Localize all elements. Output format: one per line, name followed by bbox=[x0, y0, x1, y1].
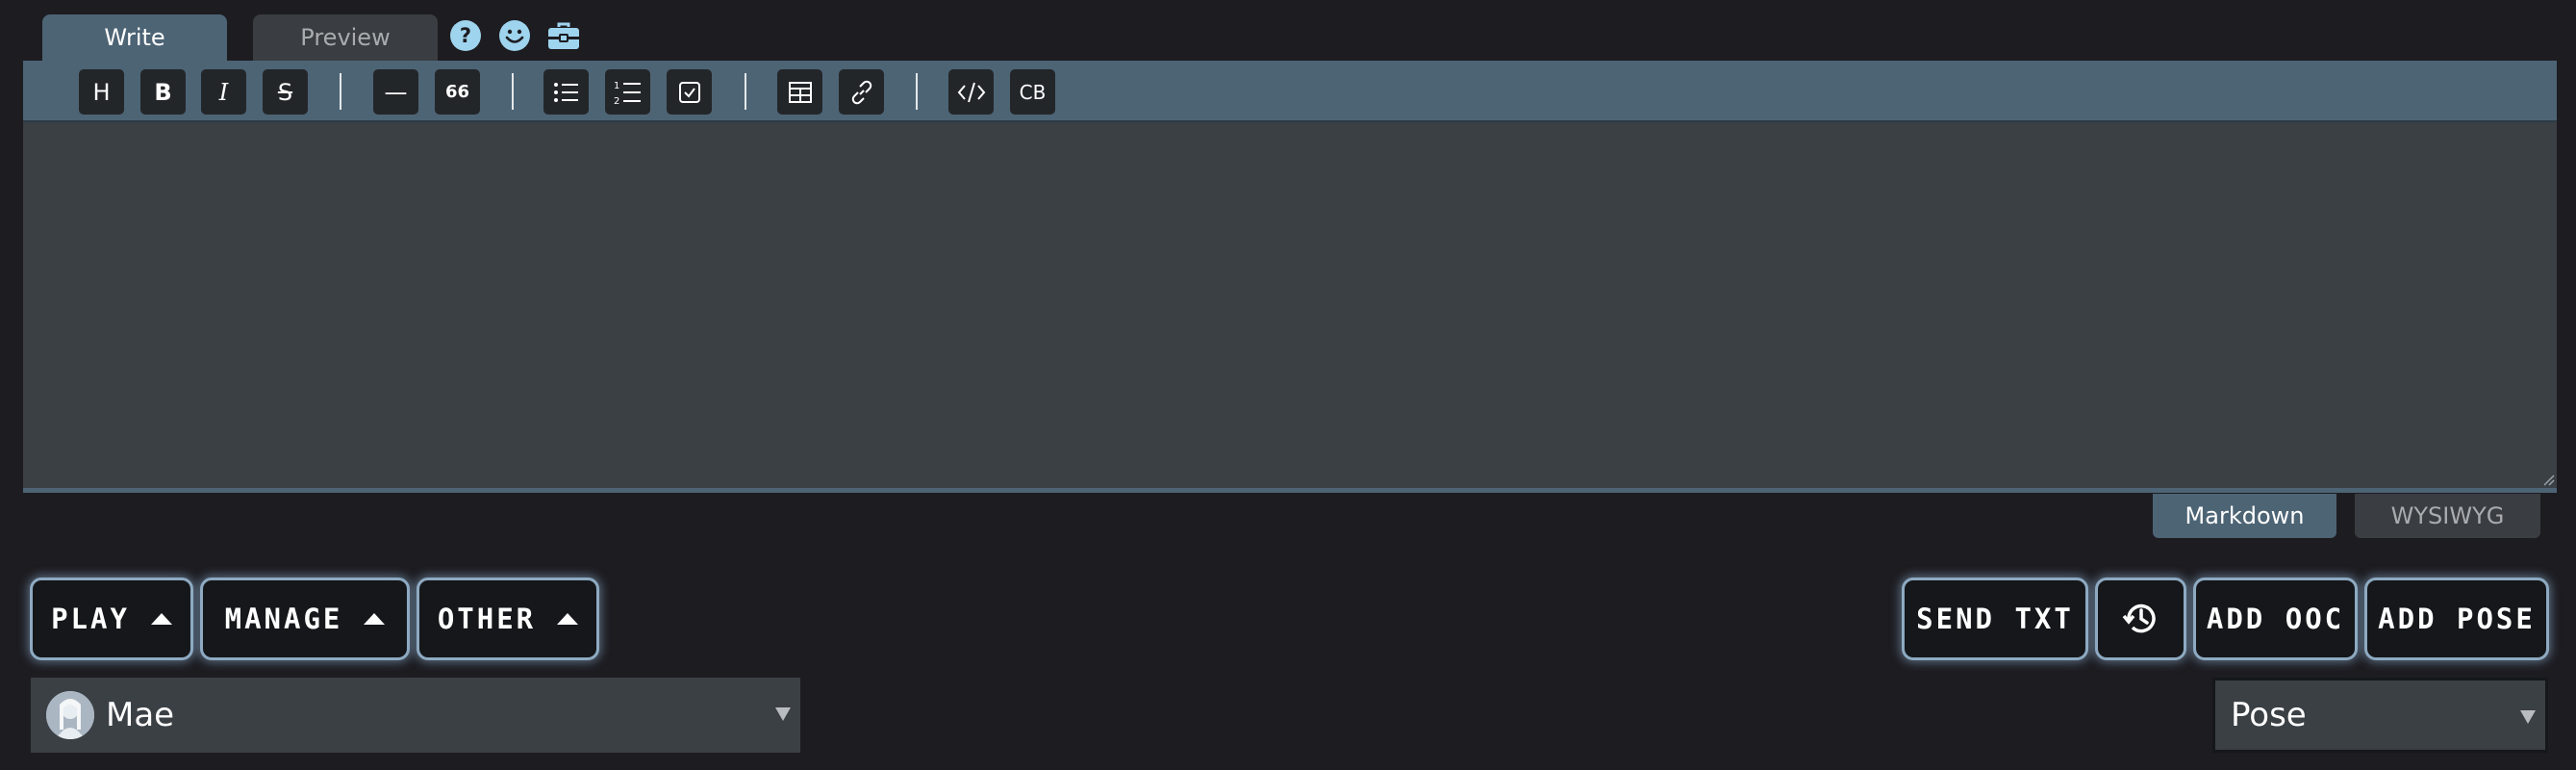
code-block-button[interactable]: CB bbox=[1010, 69, 1055, 115]
manage-button-label: MANAGE bbox=[224, 603, 343, 635]
add-ooc-button[interactable]: ADD OOC bbox=[2193, 578, 2358, 660]
pose-type-select[interactable]: Pose bbox=[2212, 678, 2548, 753]
toolbar-divider bbox=[512, 73, 514, 110]
tab-wysiwyg-label: WYSIWYG bbox=[2390, 502, 2505, 529]
help-icon[interactable]: ? bbox=[448, 18, 483, 53]
bullet-list-button[interactable] bbox=[543, 69, 589, 115]
toolbar-divider bbox=[340, 73, 341, 110]
quote-icon: 66 bbox=[444, 82, 470, 102]
dropdown-arrow-icon bbox=[775, 707, 791, 721]
editor-textarea[interactable] bbox=[23, 122, 2557, 488]
table-button[interactable] bbox=[777, 69, 822, 115]
numbered-list-button[interactable]: 12 bbox=[605, 69, 650, 115]
svg-text:1: 1 bbox=[614, 81, 619, 91]
history-icon bbox=[2122, 603, 2156, 633]
character-select-value: Mae bbox=[106, 696, 175, 734]
add-ooc-label: ADD OOC bbox=[2206, 603, 2345, 635]
tab-preview-label: Preview bbox=[300, 24, 391, 51]
bold-icon: B bbox=[154, 78, 172, 106]
svg-text:?: ? bbox=[460, 24, 471, 47]
heading-button[interactable]: H bbox=[79, 69, 124, 115]
horizontal-rule-icon: — bbox=[384, 78, 408, 106]
editor-toolbar: H B I S — 66 12 CB bbox=[23, 61, 2557, 122]
other-button-label: OTHER bbox=[437, 603, 537, 635]
table-icon bbox=[788, 81, 812, 103]
toolbar-divider bbox=[745, 73, 746, 110]
bold-button[interactable]: B bbox=[140, 69, 186, 115]
link-button[interactable] bbox=[839, 69, 884, 115]
resize-handle-icon[interactable] bbox=[2541, 473, 2555, 486]
toolbar-divider bbox=[916, 73, 918, 110]
caret-up-icon bbox=[364, 613, 386, 625]
caret-up-icon bbox=[557, 613, 579, 625]
code-icon bbox=[957, 82, 985, 102]
heading-icon: H bbox=[92, 78, 111, 106]
strikethrough-icon: S bbox=[277, 78, 293, 106]
emoji-icon[interactable] bbox=[497, 18, 532, 53]
tab-markdown-label: Markdown bbox=[2185, 502, 2305, 529]
play-button[interactable]: PLAY bbox=[30, 578, 193, 660]
link-icon bbox=[851, 80, 871, 104]
send-txt-button[interactable]: SEND TXT bbox=[1902, 578, 2088, 660]
add-pose-button[interactable]: ADD POSE bbox=[2364, 578, 2549, 660]
inline-code-button[interactable] bbox=[948, 69, 994, 115]
pose-type-select-value: Pose bbox=[2231, 696, 2307, 734]
other-button[interactable]: OTHER bbox=[417, 578, 599, 660]
bullet-list-icon bbox=[553, 82, 578, 102]
tab-wysiwyg[interactable]: WYSIWYG bbox=[2355, 494, 2540, 538]
checkbox-icon bbox=[678, 81, 700, 103]
strikethrough-button[interactable]: S bbox=[263, 69, 308, 115]
tab-write[interactable]: Write bbox=[42, 14, 227, 61]
dropdown-arrow-icon bbox=[2520, 710, 2536, 724]
tab-preview[interactable]: Preview bbox=[253, 14, 438, 61]
italic-button[interactable]: I bbox=[201, 69, 246, 115]
toolbox-icon[interactable] bbox=[546, 18, 581, 53]
caret-up-icon bbox=[150, 613, 172, 625]
tab-markdown[interactable]: Markdown bbox=[2153, 494, 2336, 538]
numbered-list-icon: 12 bbox=[614, 81, 641, 106]
history-button[interactable] bbox=[2095, 578, 2186, 660]
play-button-label: PLAY bbox=[51, 603, 130, 635]
editor-textarea-container bbox=[23, 122, 2557, 493]
svg-text:2: 2 bbox=[614, 96, 619, 106]
code-block-icon: CB bbox=[1019, 80, 1047, 104]
checklist-button[interactable] bbox=[667, 69, 712, 115]
italic-icon: I bbox=[218, 78, 229, 106]
quote-button[interactable]: 66 bbox=[435, 69, 480, 115]
add-pose-label: ADD POSE bbox=[2378, 603, 2536, 635]
send-txt-label: SEND TXT bbox=[1916, 603, 2074, 635]
manage-button[interactable]: MANAGE bbox=[200, 578, 410, 660]
avatar bbox=[46, 691, 94, 739]
horizontal-rule-button[interactable]: — bbox=[373, 69, 418, 115]
character-select[interactable]: Mae bbox=[31, 678, 800, 753]
tab-write-label: Write bbox=[104, 24, 165, 51]
